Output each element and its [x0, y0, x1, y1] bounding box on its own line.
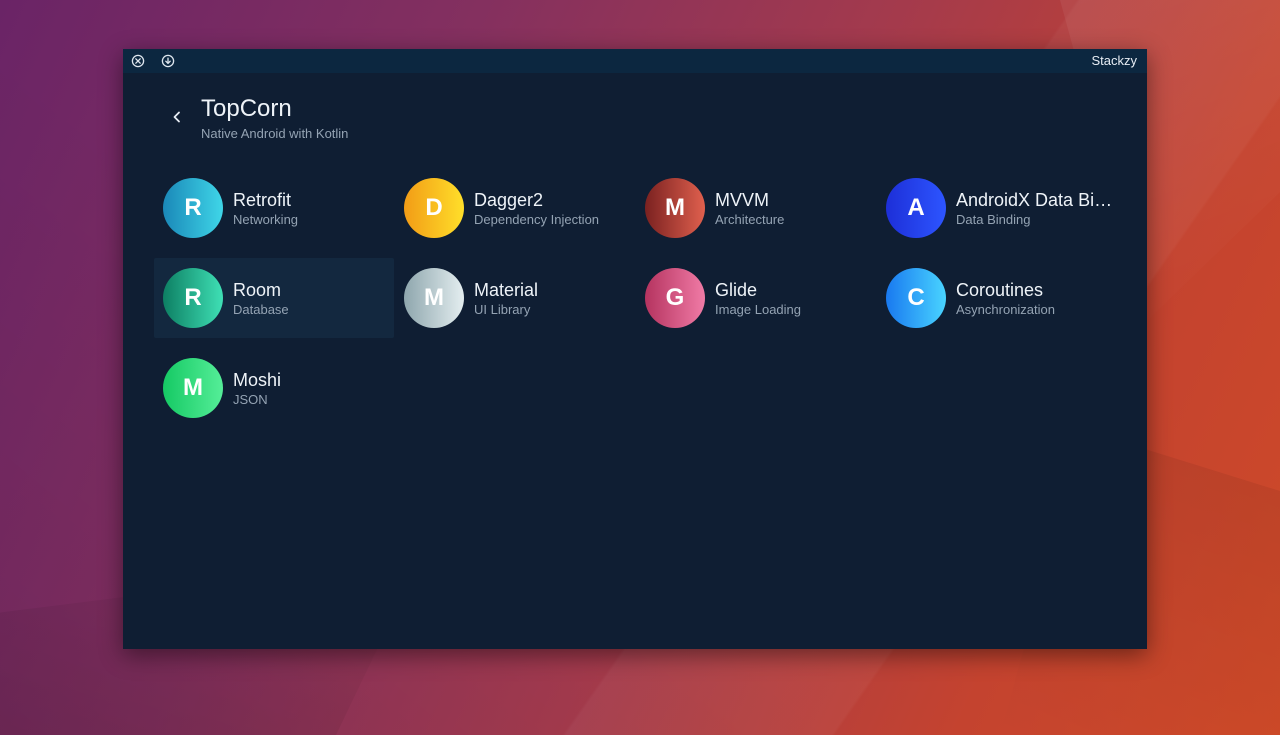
library-avatar: M [163, 358, 223, 418]
library-avatar: G [645, 268, 705, 328]
library-avatar: R [163, 178, 223, 238]
library-category: UI Library [474, 301, 531, 317]
back-button[interactable] [163, 103, 191, 131]
library-name: Moshi [233, 369, 282, 390]
library-card[interactable]: R Retrofit Networking [154, 168, 394, 248]
library-name: Dagger2 [474, 189, 544, 210]
library-category: Image Loading [715, 301, 802, 317]
library-name: AndroidX Data Binding [956, 189, 1116, 210]
library-avatar: C [886, 268, 946, 328]
library-category: Networking [233, 211, 299, 227]
library-category: Data Binding [956, 211, 1031, 227]
close-icon[interactable] [131, 54, 145, 68]
library-card[interactable]: M MVVM Architecture [636, 168, 876, 248]
page-subtitle: Native Android with Kotlin [201, 126, 349, 141]
library-category: JSON [233, 391, 268, 407]
library-avatar: D [404, 178, 464, 238]
minimize-icon[interactable] [161, 54, 175, 68]
chevron-left-icon [173, 111, 180, 123]
library-category: Asynchronization [956, 301, 1055, 317]
library-card[interactable]: A AndroidX Data BindingData Binding [877, 168, 1117, 248]
library-card[interactable]: D Dagger2 Dependency Injection [395, 168, 635, 248]
library-name: Retrofit [233, 189, 292, 210]
library-name: Coroutines [956, 279, 1044, 300]
library-card[interactable]: C Coroutines Asynchronization [877, 258, 1117, 338]
library-card[interactable]: M Material UI Library [395, 258, 635, 338]
library-name: Glide [715, 279, 758, 300]
library-name: MVVM [715, 189, 769, 210]
title-bar: Stackzy [123, 49, 1147, 73]
library-avatar: A [886, 178, 946, 238]
app-window: Stackzy TopCorn Native Android with Kotl… [123, 49, 1147, 649]
library-category: Dependency Injection [474, 211, 600, 227]
library-card[interactable]: G Glide Image Loading [636, 258, 876, 338]
library-name: Room [233, 279, 282, 300]
library-grid: R Retrofit Networking D Dagger2 Dependency In… [154, 168, 1117, 428]
library-category: Database [233, 301, 289, 317]
library-card[interactable]: R Room Database [154, 258, 394, 338]
library-card[interactable]: M Moshi JSON [154, 348, 394, 428]
library-avatar: M [404, 268, 464, 328]
app-name: Stackzy [1091, 53, 1137, 68]
library-name: Material [474, 279, 539, 300]
library-avatar: M [645, 178, 705, 238]
library-avatar: R [163, 268, 223, 328]
library-category: Architecture [715, 211, 785, 227]
page-title: TopCorn [201, 95, 292, 122]
page-header: TopCorn Native Android with Kotlin [163, 95, 348, 141]
